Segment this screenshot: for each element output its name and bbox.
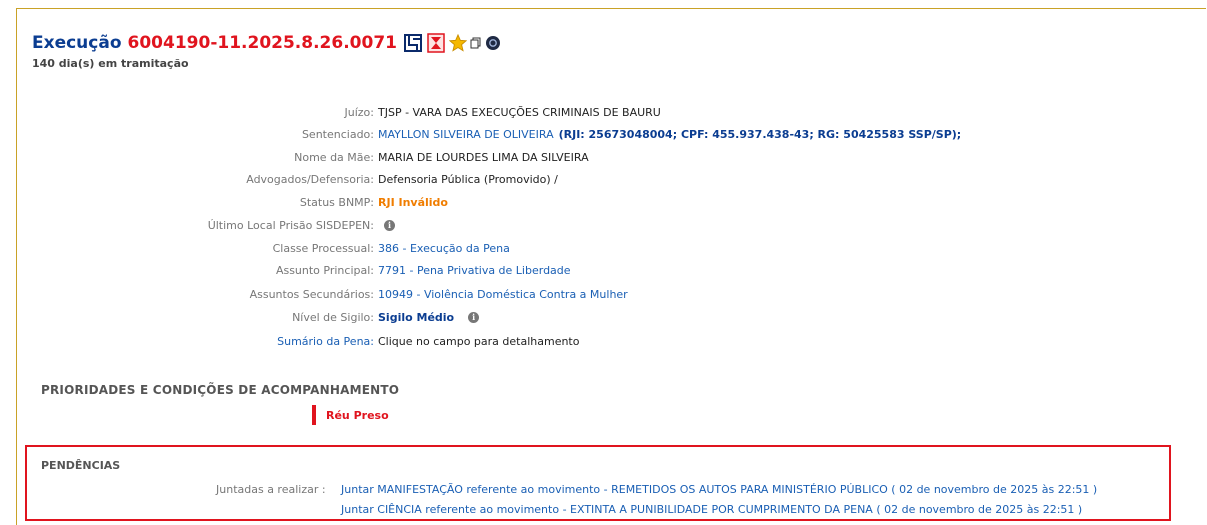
pendencias-title: PENDÊNCIAS xyxy=(41,459,121,472)
juntadas-label: Juntadas a realizar : xyxy=(216,483,326,496)
process-header: Execução 6004190-11.2025.8.26.0071 xyxy=(32,33,501,53)
info-icon[interactable]: i xyxy=(384,219,395,231)
detail-row-classe: Classe Processual: 386 - Execução da Pen… xyxy=(0,240,510,256)
star-icon[interactable] xyxy=(448,34,467,52)
sentenciado-label: Sentenciado: xyxy=(301,127,374,141)
assuntos-secundarios-link[interactable]: 10949 - Violência Doméstica Contra a Mul… xyxy=(378,288,628,301)
detail-row-advogados: Advogados/Defensoria: Defensoria Pública… xyxy=(0,171,558,187)
priority-marker xyxy=(312,405,316,425)
sigilo-label: Nível de Sigilo: xyxy=(292,310,374,324)
assuntos-secundarios-label: Assuntos Secundários: xyxy=(249,287,374,301)
detail-row-status-bnmp: Status BNMP: RJI Inválido xyxy=(0,194,448,210)
detail-row-sentenciado: Sentenciado: MAYLLON SILVEIRA DE OLIVEIR… xyxy=(0,126,961,142)
assunto-principal-link[interactable]: 7791 - Pena Privativa de Liberdade xyxy=(378,264,571,277)
juizo-label: Juízo: xyxy=(344,105,374,119)
hierarchy-icon[interactable] xyxy=(403,33,423,53)
sentenciado-name-link[interactable]: MAYLLON SILVEIRA DE OLIVEIRA xyxy=(378,128,554,141)
detail-row-assunto-principal: Assunto Principal: 7791 - Pena Privativa… xyxy=(0,262,571,278)
reu-preso-label: Réu Preso xyxy=(326,408,389,422)
process-class-label: Execução xyxy=(32,33,122,53)
sentenciado-documents: (RJI: 25673048004; CPF: 455.937.438-43; … xyxy=(558,127,962,141)
sigilo-value-link[interactable]: Sigilo Médio xyxy=(378,311,454,324)
detail-row-sigilo: Nível de Sigilo: Sigilo Médio i xyxy=(0,309,480,325)
copy-icon[interactable] xyxy=(470,37,482,49)
advogados-label: Advogados/Defensoria: xyxy=(246,172,374,186)
mae-value: MARIA DE LOURDES LIMA DA SILVEIRA xyxy=(378,150,589,164)
classe-value-link[interactable]: 386 - Execução da Pena xyxy=(378,242,510,255)
sumario-value: Clique no campo para detalhamento xyxy=(378,334,580,348)
assunto-principal-label: Assunto Principal: xyxy=(275,263,374,277)
status-bnmp-value: RJI Inválido xyxy=(378,195,448,209)
advogados-value: Defensoria Pública (Promovido) / xyxy=(378,172,558,186)
detail-row-ultimo-local: Último Local Prisão SISDEPEN: i xyxy=(0,217,395,233)
juntada-item-link[interactable]: Juntar CIÊNCIA referente ao movimento - … xyxy=(341,503,1082,516)
circle-info-icon[interactable] xyxy=(485,35,501,51)
juntada-item-link[interactable]: Juntar MANIFESTAÇÃO referente ao movimen… xyxy=(341,483,1097,496)
detail-row-juizo: Juízo: TJSP - VARA DAS EXECUÇÕES CRIMINA… xyxy=(0,104,661,120)
hourglass-icon[interactable] xyxy=(426,33,446,53)
mae-label: Nome da Mãe: xyxy=(294,150,374,164)
detail-row-sumario: Sumário da Pena: Clique no campo para de… xyxy=(0,333,579,349)
reu-preso-tag: Réu Preso xyxy=(312,405,389,425)
info-icon[interactable]: i xyxy=(468,311,480,323)
prioridades-title: PRIORIDADES E CONDIÇÕES DE ACOMPANHAMENT… xyxy=(41,383,400,397)
detail-row-mae: Nome da Mãe: MARIA DE LOURDES LIMA DA SI… xyxy=(0,149,589,165)
classe-label: Classe Processual: xyxy=(272,241,374,255)
status-bnmp-label: Status BNMP: xyxy=(299,195,374,209)
sumario-label-link[interactable]: Sumário da Pena: xyxy=(0,335,374,348)
process-number[interactable]: 6004190-11.2025.8.26.0071 xyxy=(128,33,397,53)
days-in-process: 140 dia(s) em tramitação xyxy=(32,57,189,70)
juizo-value: TJSP - VARA DAS EXECUÇÕES CRIMINAIS DE B… xyxy=(378,105,661,119)
ultimo-local-label: Último Local Prisão SISDEPEN: xyxy=(207,218,374,232)
detail-row-assuntos-secundarios: Assuntos Secundários: 10949 - Violência … xyxy=(0,286,628,302)
